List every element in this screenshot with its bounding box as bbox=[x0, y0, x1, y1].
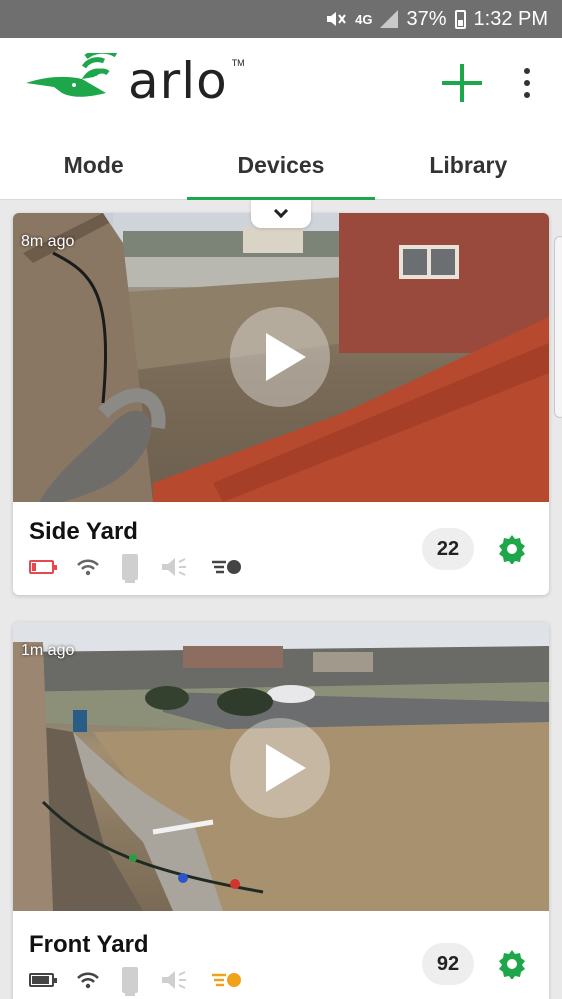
network-type-label: 4G bbox=[355, 11, 373, 27]
camera-feed[interactable]: 8m ago bbox=[13, 213, 549, 502]
add-device-button[interactable] bbox=[440, 62, 484, 106]
devices-list[interactable]: 8m ago Side Yard 22 1m ago Front Yard 92 bbox=[0, 200, 562, 999]
card-footer: Front Yard 92 bbox=[13, 911, 549, 999]
status-icons bbox=[29, 554, 242, 583]
signal-icon bbox=[380, 10, 399, 28]
sd-card-icon bbox=[122, 967, 138, 996]
battery-percent: 37% bbox=[406, 7, 447, 30]
tab-devices[interactable]: Devices bbox=[187, 138, 375, 200]
status-icons bbox=[29, 967, 242, 996]
mute-icon bbox=[325, 9, 347, 29]
tab-mode[interactable]: Mode bbox=[0, 138, 187, 200]
play-button[interactable] bbox=[230, 718, 330, 818]
motion-detection-icon bbox=[212, 560, 241, 574]
chevron-down-icon bbox=[273, 203, 289, 219]
last-seen-label: 1m ago bbox=[21, 642, 75, 659]
more-dot-icon bbox=[524, 68, 530, 74]
sd-card-icon bbox=[122, 554, 138, 583]
card-footer: Side Yard 22 bbox=[13, 502, 549, 595]
tab-library[interactable]: Library bbox=[375, 138, 562, 200]
arlo-bird-icon bbox=[26, 53, 118, 97]
logo-trademark: TM bbox=[231, 58, 245, 68]
battery-icon bbox=[454, 9, 466, 29]
wifi-signal-icon bbox=[77, 972, 99, 989]
speaker-off-icon bbox=[162, 971, 186, 989]
play-icon bbox=[266, 744, 306, 792]
device-card-front-yard: 1m ago Front Yard 92 bbox=[13, 622, 549, 999]
scroll-indicator[interactable] bbox=[554, 236, 562, 418]
device-name: Front Yard bbox=[29, 931, 149, 958]
speaker-off-icon bbox=[162, 558, 186, 576]
more-dot-icon bbox=[524, 80, 530, 86]
device-name: Side Yard bbox=[29, 518, 138, 545]
clip-count-badge[interactable]: 92 bbox=[422, 943, 474, 985]
camera-feed[interactable]: 1m ago bbox=[13, 622, 549, 911]
app-header: arlo TM Mode Devices Library bbox=[0, 38, 562, 200]
clock: 1:32 PM bbox=[473, 7, 548, 30]
device-card-side-yard: 8m ago Side Yard 22 bbox=[13, 213, 549, 595]
more-dot-icon bbox=[524, 92, 530, 98]
wifi-signal-icon bbox=[77, 559, 99, 576]
logo-wordmark: arlo bbox=[128, 52, 228, 110]
collapse-handle[interactable] bbox=[251, 200, 311, 228]
more-options-button[interactable] bbox=[514, 68, 540, 98]
play-icon bbox=[266, 333, 306, 381]
battery-icon bbox=[29, 973, 57, 987]
status-bar: 4G 37% 1:32 PM bbox=[0, 0, 562, 38]
battery-low-icon bbox=[29, 560, 57, 574]
tab-bar: Mode Devices Library bbox=[0, 138, 562, 200]
settings-gear-icon[interactable] bbox=[497, 949, 527, 979]
motion-detection-icon bbox=[212, 973, 241, 987]
play-button[interactable] bbox=[230, 307, 330, 407]
clip-count-badge[interactable]: 22 bbox=[422, 528, 474, 570]
settings-gear-icon[interactable] bbox=[497, 534, 527, 564]
arlo-logo: arlo TM bbox=[24, 52, 245, 110]
last-seen-label: 8m ago bbox=[21, 233, 75, 250]
